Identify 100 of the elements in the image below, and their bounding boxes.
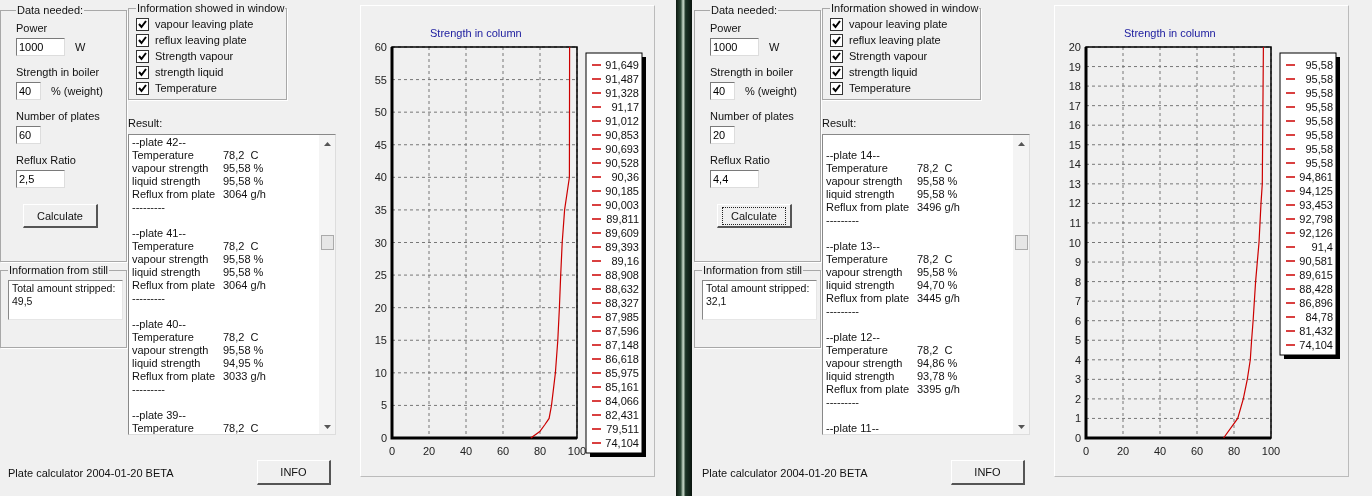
result-value: 95,58 % [917, 266, 958, 279]
axis-tick-label: 25 [374, 269, 387, 282]
axis-tick-label: 13 [1068, 177, 1081, 190]
input-field[interactable]: 1000 [710, 38, 759, 56]
legend-label: 91,649 [605, 59, 639, 71]
result-name: Temperature [132, 422, 195, 434]
scroll-down-icon[interactable] [322, 424, 332, 430]
input-field[interactable]: 4,4 [710, 170, 759, 188]
checkbox[interactable] [830, 33, 843, 47]
result-name: vapour strength [826, 357, 904, 370]
legend-label: 90,853 [605, 129, 639, 141]
legend-label: 90,36 [611, 171, 639, 183]
unit-label: % (weight) [745, 85, 797, 97]
legend-label: 91,328 [605, 87, 639, 99]
legend-label: 92,798 [1299, 213, 1333, 225]
input-field[interactable]: 20 [710, 126, 735, 144]
legend-label: 95,58 [1305, 101, 1333, 113]
legend-label: 91,4 [1311, 241, 1333, 253]
result-name: Temperature [132, 331, 195, 344]
calculate-button[interactable]: Calculate [23, 204, 98, 228]
checkbox-label[interactable]: vapour leaving plate [155, 18, 254, 30]
legend-label: 74,104 [605, 437, 639, 449]
axis-tick-label: 12 [1068, 197, 1081, 210]
result-value: 3064 g/h [223, 279, 266, 292]
result-name: Reflux from plate [826, 201, 911, 214]
result-name: vapour strength [132, 253, 210, 266]
info-button[interactable]: INFO [257, 460, 331, 485]
legend-label: 85,975 [605, 367, 639, 379]
result-value: 95,58 % [917, 188, 958, 201]
result-name: liquid strength [132, 266, 202, 279]
checkbox[interactable] [136, 49, 149, 63]
checkbox[interactable] [830, 17, 843, 31]
checkbox-label[interactable]: Strength vapour [155, 50, 234, 62]
input-field[interactable]: 1000 [16, 38, 65, 56]
checkbox-label[interactable]: reflux leaving plate [849, 34, 941, 46]
result-name: Temperature [132, 149, 195, 162]
scrollbar-thumb[interactable] [1014, 235, 1028, 250]
separator-text: --------- [826, 214, 860, 227]
calculate-button[interactable]: Calculate [717, 204, 792, 228]
legend-label: 81,432 [1299, 325, 1333, 337]
legend-label: 89,811 [606, 213, 639, 225]
axis-tick-label: 11 [1069, 216, 1081, 229]
axis-tick-label: 20 [1068, 41, 1081, 53]
scroll-down-icon[interactable] [1016, 424, 1026, 430]
group-title: Data needed: [16, 4, 85, 16]
axis-tick-label: 0 [1074, 432, 1081, 444]
axis-tick-label: 60 [496, 445, 510, 457]
checkbox-label[interactable]: vapour leaving plate [849, 18, 948, 30]
result-name: liquid strength [826, 279, 896, 292]
field-label: Strength in boiler [710, 66, 795, 79]
result-value: 95,58 % [223, 344, 264, 357]
legend-label: 88,632 [605, 283, 639, 295]
scrollbar[interactable] [319, 135, 335, 434]
plate-heading: --plate 41-- [132, 227, 187, 240]
axis-tick-label: 20 [422, 445, 436, 457]
checkbox[interactable] [830, 49, 843, 63]
input-field[interactable]: 60 [16, 126, 41, 144]
checkbox[interactable] [136, 81, 149, 95]
legend-label: 92,126 [1299, 227, 1333, 239]
plate-heading: --plate 12-- [826, 331, 881, 344]
axis-tick-label: 45 [374, 138, 387, 151]
checkbox-label[interactable]: Temperature [849, 82, 911, 94]
checkbox-label[interactable]: Temperature [155, 82, 217, 94]
checkbox[interactable] [830, 65, 843, 79]
legend-label: 95,58 [1305, 129, 1333, 141]
scroll-up-icon[interactable] [322, 141, 332, 147]
axis-tick-label: 1 [1074, 412, 1081, 425]
scrollbar-thumb[interactable] [320, 235, 334, 250]
checkbox[interactable] [830, 81, 843, 95]
result-value: 94,70 % [917, 279, 958, 292]
result-label: Result: [822, 117, 858, 130]
result-name: Temperature [132, 240, 195, 253]
result-name: Reflux from plate [826, 383, 911, 396]
axis-tick-label: 60 [1190, 445, 1204, 457]
legend-label: 90,003 [605, 199, 639, 211]
checkbox-label[interactable]: strength liquid [849, 66, 918, 78]
axis-tick-label: 19 [1068, 60, 1081, 73]
checkbox-label[interactable]: strength liquid [155, 66, 224, 78]
legend-label: 91,487 [605, 73, 639, 85]
separator-text: --------- [826, 396, 860, 409]
result-name: Temperature [826, 344, 889, 357]
input-field[interactable]: 2,5 [16, 170, 65, 188]
result-value: 93,78 % [917, 370, 958, 383]
axis-tick-label: 7 [1074, 295, 1081, 308]
input-field[interactable]: 40 [710, 82, 735, 100]
scroll-up-icon[interactable] [1016, 141, 1026, 147]
axis-tick-label: 80 [1227, 445, 1241, 457]
info-button[interactable]: INFO [951, 460, 1025, 485]
result-value: 95,58 % [917, 175, 958, 188]
legend-label: 95,58 [1305, 87, 1333, 99]
axis-tick-label: 3 [1074, 373, 1081, 386]
checkbox-label[interactable]: reflux leaving plate [155, 34, 247, 46]
checkbox[interactable] [136, 65, 149, 79]
scrollbar[interactable] [1013, 135, 1029, 434]
legend-label: 89,609 [605, 227, 639, 239]
input-field[interactable]: 40 [16, 82, 41, 100]
checkbox[interactable] [136, 33, 149, 47]
checkbox[interactable] [136, 17, 149, 31]
checkbox-label[interactable]: Strength vapour [849, 50, 928, 62]
chart-title: Strength in column [430, 27, 522, 39]
